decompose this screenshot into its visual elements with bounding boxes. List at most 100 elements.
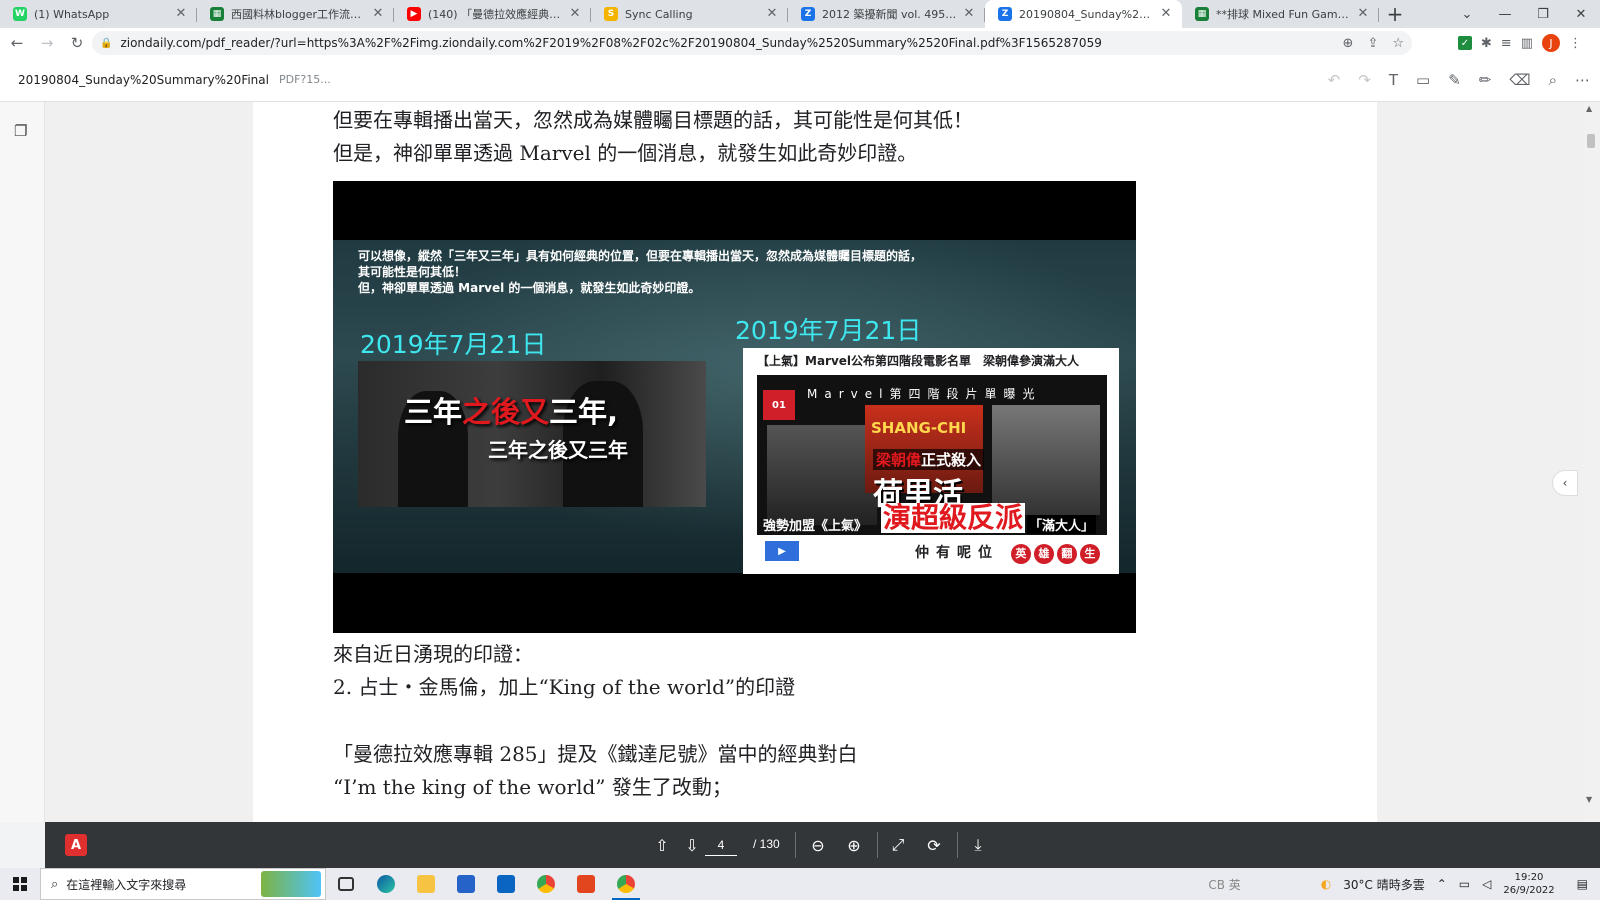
- next-page-icon[interactable]: ⇩: [681, 834, 703, 856]
- embedded-video-frame[interactable]: 可以想像，縱然「三年又三年」具有如何經典的位置，但要在專輯播出當天，忽然成為媒體…: [333, 181, 1136, 633]
- mail-icon[interactable]: [486, 868, 526, 900]
- zoom-in-icon[interactable]: ⊕: [843, 834, 865, 856]
- download-icon[interactable]: ⤓: [967, 834, 989, 856]
- chrome-icon[interactable]: [526, 868, 566, 900]
- tray-expand-icon[interactable]: ⌃: [1437, 877, 1447, 891]
- page-text-line: 「曼德拉效應專輯 285」提及《鐵達尼號》當中的經典對白: [333, 742, 858, 766]
- close-tab-icon[interactable]: ✕: [370, 6, 386, 22]
- scrollbar[interactable]: ▲ ▼: [1582, 102, 1600, 822]
- draw-icon[interactable]: ✏: [1479, 71, 1492, 89]
- eraser-icon[interactable]: ⌫: [1509, 71, 1530, 89]
- news-article-card: 【上氣】Marvel公布第四階段電影名單 梁朝偉參演滿大人 Marvel第四階段…: [743, 348, 1119, 574]
- volume-icon[interactable]: ◁: [1482, 877, 1491, 891]
- notifications-icon[interactable]: ▤: [1577, 877, 1588, 891]
- close-tab-icon[interactable]: ✕: [173, 6, 189, 22]
- previous-page-icon[interactable]: ⇧: [651, 834, 673, 856]
- toolbar-divider: [795, 832, 796, 858]
- reload-icon[interactable]: ↻: [64, 30, 90, 56]
- thumbnail-text: 演超級反派: [881, 501, 1026, 534]
- reading-list-icon[interactable]: ≡: [1501, 36, 1512, 51]
- page-text-line: 但是，神卻單單透過 Marvel 的一個消息，就發生如此奇妙印證。: [333, 141, 918, 165]
- undo-icon[interactable]: ↶: [1328, 71, 1341, 89]
- store-icon[interactable]: [446, 868, 486, 900]
- chrome-profile-icon[interactable]: [606, 868, 646, 900]
- more-options-icon[interactable]: ⋯: [1575, 71, 1590, 89]
- close-tab-icon[interactable]: ✕: [961, 6, 977, 22]
- clock-date: 26/9/2022: [1503, 885, 1555, 896]
- news-thumbnail: Marvel第四階段片單曝光 01 SHANG-CHI 梁朝偉正式殺入 荷里活 …: [757, 375, 1107, 570]
- page-text-line: 2. 占士・金馬倫，加上“King of the world”的印證: [333, 675, 796, 699]
- browser-menu-icon[interactable]: ⋮: [1569, 36, 1582, 51]
- zoom-out-icon[interactable]: ⊖: [807, 834, 829, 856]
- file-explorer-icon[interactable]: [406, 868, 446, 900]
- office-icon[interactable]: [566, 868, 606, 900]
- thumbnail-banner: Marvel第四階段片單曝光: [807, 387, 1042, 401]
- url-text: ziondaily.com/pdf_reader/?url=https%3A%2…: [120, 36, 1102, 50]
- close-tab-icon[interactable]: ✕: [567, 6, 583, 22]
- close-tab-icon[interactable]: ✕: [1158, 6, 1174, 22]
- start-button[interactable]: [0, 868, 40, 900]
- scrollbar-thumb[interactable]: [1587, 134, 1595, 148]
- scroll-up-icon[interactable]: ▲: [1586, 104, 1592, 113]
- page-thumbnails-icon[interactable]: ❐: [14, 122, 27, 140]
- new-tab-button[interactable]: +: [1381, 0, 1409, 28]
- tab-title: (1) WhatsApp: [34, 7, 110, 21]
- comment-icon[interactable]: ▭: [1416, 71, 1430, 89]
- play-icon[interactable]: ▶: [765, 541, 799, 561]
- side-panel-icon[interactable]: ▥: [1521, 36, 1533, 51]
- redo-icon[interactable]: ↷: [1358, 71, 1371, 89]
- extensions-puzzle-icon[interactable]: ✱: [1481, 36, 1492, 51]
- ime-indicator[interactable]: CB 英: [1208, 876, 1240, 893]
- task-view-icon[interactable]: [326, 868, 366, 900]
- acrobat-logo-icon: A: [65, 834, 87, 856]
- forward-icon[interactable]: →: [34, 30, 60, 56]
- pdf-bottom-toolbar: A ⇧ ⇩ 4 / 130 ⊖ ⊕ ⤢ ⟳ ⤓: [45, 822, 1600, 868]
- back-icon[interactable]: ←: [4, 30, 30, 56]
- actor-portrait: [992, 405, 1100, 515]
- search-highlight-image: [261, 871, 321, 897]
- expand-panel-icon[interactable]: ‹: [1552, 470, 1578, 496]
- close-tab-icon[interactable]: ✕: [1355, 6, 1371, 22]
- zoom-icon[interactable]: ⊕: [1343, 36, 1354, 51]
- thumbnail-text: 梁朝偉正式殺入: [873, 449, 985, 470]
- tab-blogger-sheet[interactable]: ▦ 西國料林blogger工作流程 - Go ✕: [197, 0, 394, 28]
- tab-search-icon[interactable]: ⌄: [1448, 0, 1486, 28]
- extension-check-icon[interactable]: ✓: [1457, 36, 1472, 50]
- thumbnail-text: 強勢加盟《上氣》: [763, 519, 868, 534]
- bookmark-star-icon[interactable]: ☆: [1392, 36, 1404, 51]
- add-text-icon[interactable]: T: [1389, 71, 1398, 89]
- profile-avatar[interactable]: J: [1542, 34, 1560, 52]
- fit-page-icon[interactable]: ⤢: [887, 834, 909, 856]
- address-bar[interactable]: 🔒 ziondaily.com/pdf_reader/?url=https%3A…: [92, 31, 1412, 55]
- tab-mixed-fun-game[interactable]: ▦ **排球 Mixed Fun Game** (回 ✕: [1182, 0, 1379, 28]
- close-tab-icon[interactable]: ✕: [764, 6, 780, 22]
- share-icon[interactable]: ⇪: [1367, 36, 1378, 51]
- scroll-down-icon[interactable]: ▼: [1586, 795, 1592, 804]
- thumbnail-text: 「滿大人」: [1027, 515, 1097, 534]
- youtube-icon: ▶: [407, 7, 421, 21]
- lock-icon: 🔒: [100, 37, 113, 49]
- tab-pdf-active[interactable]: Z 20190804_Sunday%20Summa ✕: [985, 0, 1182, 28]
- clock[interactable]: 19:20 26/9/2022: [1503, 871, 1554, 897]
- clock-time: 19:20: [1514, 872, 1544, 883]
- rotate-icon[interactable]: ⟳: [923, 834, 945, 856]
- page-number-input[interactable]: 4: [705, 834, 737, 856]
- tab-zion-news[interactable]: Z 2012 築擾新聞 vol. 495 — 「三 ✕: [788, 0, 985, 28]
- browser-toolbar: ← → ↻ 🔒 ziondaily.com/pdf_reader/?url=ht…: [0, 28, 1600, 58]
- tab-youtube[interactable]: ▶ (140) 「曼德拉效應經典電影對白 ✕: [394, 0, 591, 28]
- search-icon[interactable]: ⌕: [1549, 71, 1557, 89]
- edge-icon[interactable]: [366, 868, 406, 900]
- close-window-icon[interactable]: ✕: [1562, 0, 1600, 28]
- restore-icon[interactable]: ❐: [1524, 0, 1562, 28]
- minimize-icon[interactable]: —: [1486, 0, 1524, 28]
- tab-whatsapp[interactable]: W (1) WhatsApp ✕: [0, 0, 197, 28]
- highlight-icon[interactable]: ✎: [1448, 71, 1461, 89]
- sync-icon: S: [604, 7, 618, 21]
- weather-icon[interactable]: ◐: [1321, 877, 1331, 891]
- movie-subtitle-text: 三年之後又三年: [488, 438, 628, 462]
- weather-text[interactable]: 30°C 晴時多雲: [1343, 876, 1424, 893]
- taskbar-search-input[interactable]: ⌕ 在這裡輸入文字來搜尋: [40, 868, 326, 900]
- network-icon[interactable]: ▭: [1459, 877, 1470, 891]
- tab-sync-calling[interactable]: S Sync Calling ✕: [591, 0, 788, 28]
- page-text-line: 來自近日湧現的印證：: [333, 642, 533, 666]
